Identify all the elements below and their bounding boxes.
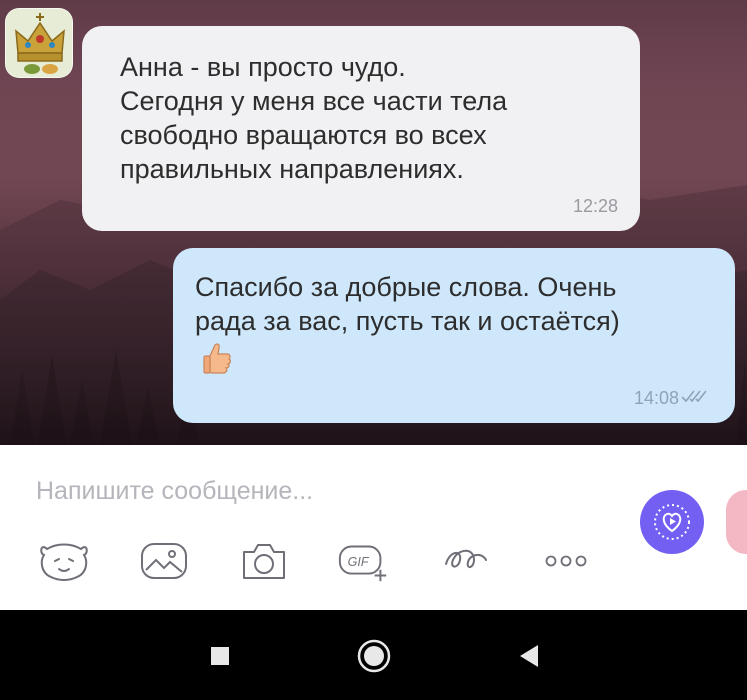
doodle-icon[interactable] (438, 533, 494, 589)
double-check-icon (681, 388, 707, 409)
message-line: Спасибо за добрые слова. Очень (195, 272, 617, 302)
camera-icon[interactable] (236, 533, 292, 589)
recents-icon[interactable] (202, 638, 238, 674)
message-line: свободно вращаются во всех (120, 120, 487, 150)
contact-avatar[interactable] (5, 8, 73, 78)
outgoing-message-text: Спасибо за добрые слова. Очень рада за в… (195, 270, 711, 338)
video-message-button[interactable] (640, 490, 704, 554)
home-icon[interactable] (356, 638, 392, 674)
message-line: Сегодня у меня все части тела (120, 86, 508, 116)
incoming-message-time: 12:28 (572, 196, 618, 216)
incoming-message-text: Анна - вы просто чудо. Сегодня у меня вс… (120, 50, 614, 186)
message-line: правильных направлениях. (120, 154, 464, 184)
thumbs-up-icon (201, 342, 711, 381)
svg-text:GIF: GIF (348, 555, 370, 569)
outgoing-message-bubble[interactable]: Спасибо за добрые слова. Очень рада за в… (173, 248, 735, 423)
gallery-icon[interactable] (136, 533, 192, 589)
message-composer: Напишите сообщение... GIF (0, 445, 747, 610)
crown-avatar-icon (6, 9, 72, 77)
gif-icon[interactable]: GIF (336, 533, 392, 589)
chat-area[interactable]: Анна - вы просто чудо. Сегодня у меня вс… (0, 0, 747, 445)
video-message-icon (654, 504, 690, 540)
message-line: Анна - вы просто чудо. (120, 52, 406, 82)
back-icon[interactable] (510, 638, 546, 674)
side-action-button[interactable] (726, 490, 747, 554)
sticker-icon[interactable] (36, 533, 92, 589)
message-input[interactable]: Напишите сообщение... (36, 477, 313, 506)
outgoing-message-time: 14:08 (633, 388, 679, 408)
more-icon[interactable] (538, 533, 594, 589)
system-navigation-bar (0, 610, 747, 700)
message-line: рада за вас, пусть так и остаётся) (195, 306, 620, 336)
incoming-message-bubble[interactable]: Анна - вы просто чудо. Сегодня у меня вс… (82, 26, 640, 231)
